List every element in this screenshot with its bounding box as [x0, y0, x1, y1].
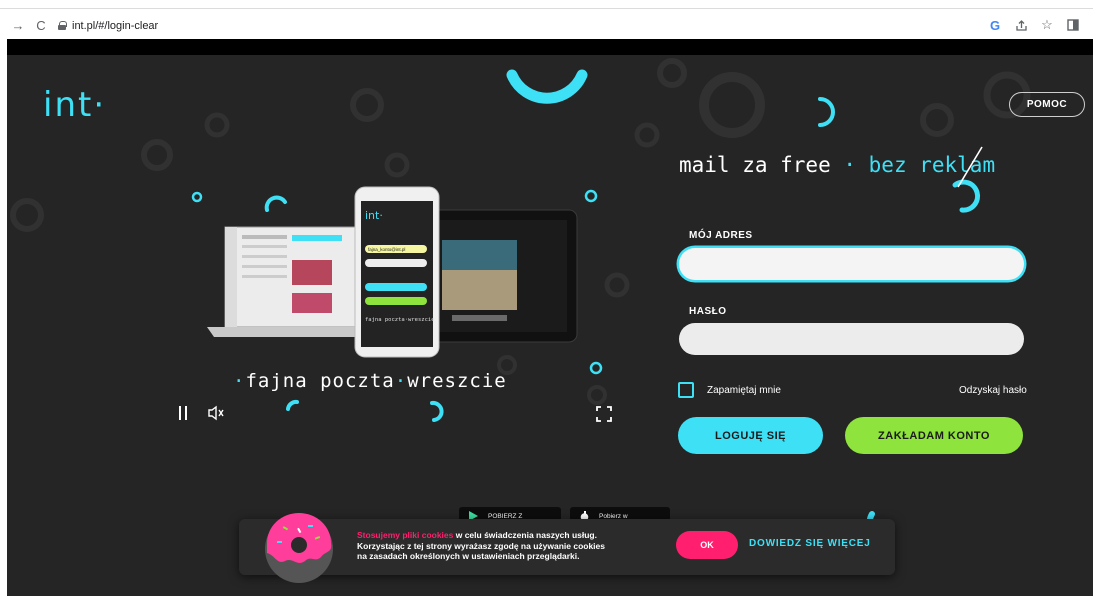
strike-decoration — [957, 146, 983, 188]
recover-password-link[interactable]: Odzyskaj hasło — [959, 385, 1027, 396]
cookie-text-3: na zasadach określonych w ustawieniach p… — [357, 551, 580, 561]
promo-dot-2: · — [394, 370, 408, 392]
remember-checkbox[interactable] — [678, 382, 694, 398]
tab-strip — [0, 0, 1093, 12]
help-button[interactable]: POMOC — [1009, 92, 1085, 117]
remember-label[interactable]: Zapamiętaj mnie — [707, 385, 781, 396]
login-button[interactable]: LOGUJĘ SIĘ — [678, 417, 823, 454]
cookie-message: Stosujemy pliki cookies w celu świadczen… — [357, 530, 677, 562]
phone-email: fajna_konto@int.pl — [368, 247, 405, 252]
int-logo[interactable]: int· — [43, 85, 106, 125]
promo-word-1: fajna poczta — [245, 370, 395, 392]
password-label: HASŁO — [689, 306, 727, 317]
side-panel-icon[interactable] — [1065, 16, 1081, 34]
pause-icon[interactable] — [177, 404, 189, 422]
address-input[interactable] — [679, 248, 1024, 280]
lock-icon — [58, 21, 67, 30]
browser-actions: G ☆ — [987, 16, 1081, 34]
arrow-forward-icon[interactable]: → — [8, 15, 28, 35]
login-page: int· POMOC int· fajna_konto@int.pl fajna… — [7, 55, 1093, 596]
cookie-ok-button[interactable]: OK — [676, 531, 738, 559]
address-bar[interactable]: int.pl/#/login-clear — [58, 16, 158, 35]
star-icon[interactable]: ☆ — [1039, 16, 1055, 34]
phone-caption: fajna poczta·wreszcie — [365, 317, 435, 323]
reload-icon[interactable]: C — [31, 15, 51, 35]
url-text: int.pl/#/login-clear — [72, 19, 159, 32]
devices-illustration: int· fajna_konto@int.pl fajna poczta·wre… — [207, 186, 578, 358]
tagline-dot: · — [830, 153, 869, 177]
fullscreen-icon[interactable] — [596, 406, 612, 422]
cookie-text-2: Korzystając z tej strony wyrażasz zgodę … — [357, 540, 606, 551]
phone-logo: int· — [365, 209, 383, 222]
share-icon[interactable] — [1013, 16, 1029, 34]
address-label: MÓJ ADRES — [689, 230, 753, 241]
cookie-banner: Stosujemy pliki cookies w celu świadczen… — [239, 513, 895, 583]
page-top-bar — [7, 39, 1093, 55]
google-icon[interactable]: G — [987, 16, 1003, 34]
donut-illustration — [265, 513, 333, 583]
register-button[interactable]: ZAKŁADAM KONTO — [845, 417, 1023, 454]
password-input[interactable] — [679, 323, 1024, 355]
cookie-learn-more-button[interactable]: DOWIEDZ SIĘ WIĘCEJ — [749, 538, 871, 549]
tagline: mail za free · bez reklam — [679, 153, 995, 177]
cookie-text-1: w celu świadczenia naszych usług. — [453, 530, 597, 540]
tab-divider — [0, 8, 1093, 9]
tagline-part-1: mail za free — [679, 153, 831, 177]
promo-dot-1: · — [233, 370, 246, 392]
mute-icon[interactable] — [207, 405, 225, 421]
promo-slogan: ·fajna poczta·wreszcie — [233, 370, 507, 392]
promo-word-2: wreszcie — [407, 370, 507, 392]
cookie-highlight[interactable]: Stosujemy pliki cookies — [357, 530, 453, 540]
browser-toolbar: → C int.pl/#/login-clear G ☆ — [0, 12, 1093, 39]
